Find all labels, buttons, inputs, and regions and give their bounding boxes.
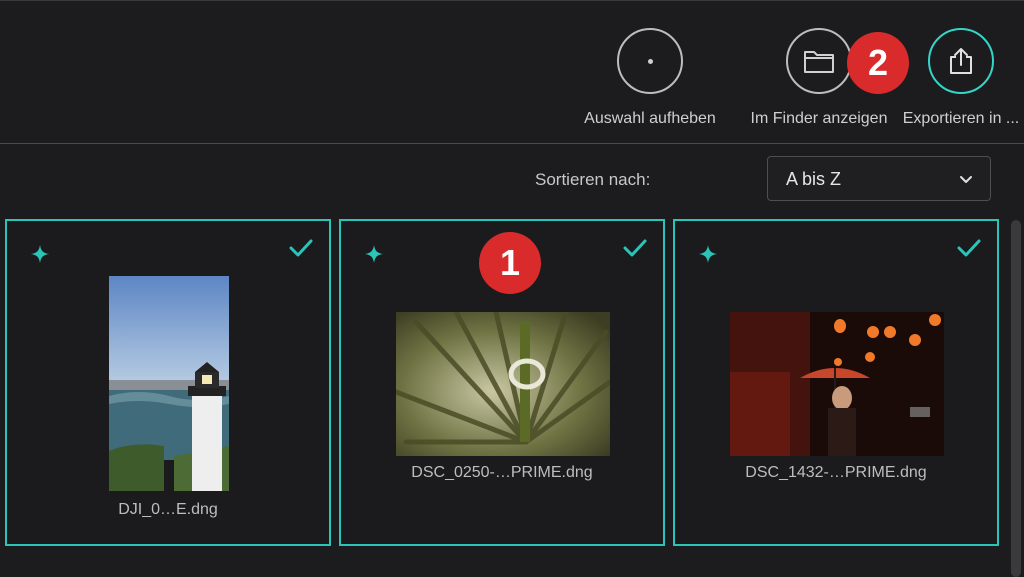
photo-filename: DJI_0…E.dng — [118, 501, 218, 518]
photo-card[interactable]: DSC_1432-…PRIME.dng — [673, 219, 999, 546]
checkmark-icon[interactable] — [957, 239, 981, 257]
checkmark-icon[interactable] — [623, 239, 647, 257]
export-tool[interactable]: Exportieren in ... — [903, 28, 1019, 128]
sparkle-icon — [31, 245, 49, 263]
dot-icon — [647, 58, 653, 64]
deselect-tool[interactable]: Auswahl aufheben — [584, 28, 716, 128]
photo-filename: DSC_0250-…PRIME.dng — [411, 464, 593, 481]
sort-label: Sortieren nach: — [535, 170, 651, 189]
show-in-finder-label: Im Finder anzeigen — [750, 110, 888, 127]
photo-card[interactable]: DJI_0…E.dng — [5, 219, 331, 546]
deselect-button[interactable] — [617, 28, 683, 94]
deselect-label: Auswahl aufheben — [584, 110, 716, 127]
share-icon — [950, 48, 972, 74]
photo-filename: DSC_1432-…PRIME.dng — [745, 464, 927, 481]
export-button[interactable] — [928, 28, 994, 94]
photo-thumbnail-plant[interactable] — [396, 312, 610, 456]
export-label: Exportieren in ... — [902, 110, 1020, 127]
checkmark-icon[interactable] — [289, 239, 313, 257]
photo-thumbnail-lanterns[interactable] — [730, 312, 944, 456]
show-in-finder-button[interactable] — [786, 28, 852, 94]
scrollbar-thumb[interactable] — [1011, 220, 1021, 577]
sparkle-icon — [699, 245, 717, 263]
sort-select[interactable]: A bis Z — [767, 156, 991, 201]
sort-select-value: A bis Z — [786, 169, 842, 189]
sparkle-icon — [365, 245, 383, 263]
toolbar: Auswahl aufheben Im Finder anzeigen Expo… — [0, 0, 1024, 143]
photo-thumbnail-lighthouse[interactable] — [109, 276, 229, 491]
chevron-down-icon — [960, 176, 972, 183]
folder-icon — [804, 51, 834, 73]
callout-badge-2: 2 — [847, 32, 909, 94]
top-border — [0, 0, 1024, 1]
callout-badge-1: 1 — [479, 232, 541, 294]
